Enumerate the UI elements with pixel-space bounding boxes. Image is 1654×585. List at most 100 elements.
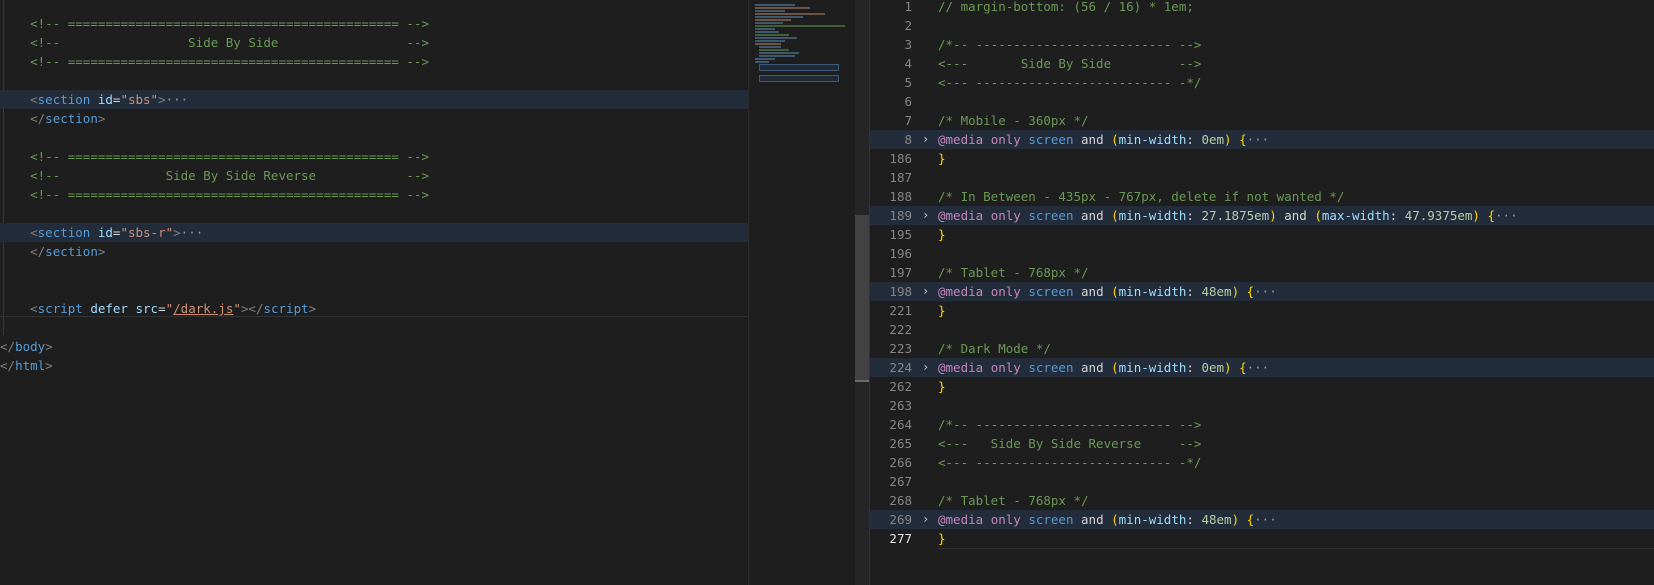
fold-ellipsis-icon[interactable]: ··· <box>181 225 204 240</box>
fold-ellipsis-icon[interactable]: ··· <box>1254 512 1277 527</box>
code-line[interactable]: <section id="sbs">··· <box>0 90 748 109</box>
left-editor[interactable]: <!-- ===================================… <box>0 0 748 585</box>
fold-chevron-right-icon[interactable]: › <box>922 510 929 529</box>
line-number: 188 <box>889 189 912 204</box>
code-line[interactable]: 269 › @media only screen and (min-width: 4… <box>870 510 1654 529</box>
code-line[interactable]: 2 <box>870 16 1654 35</box>
code-line[interactable] <box>0 280 748 299</box>
code-line[interactable]: <section id="sbs-r">··· <box>0 223 748 242</box>
line-number: 263 <box>889 398 912 413</box>
code-line-text: </section> <box>0 242 105 261</box>
right-editor[interactable]: 1 // margin-bottom: (56 / 16) * 1em; 2 3 /*-… <box>869 0 1654 585</box>
code-line[interactable]: 189 › @media only screen and (min-width: 2… <box>870 206 1654 225</box>
code-line[interactable]: 197 /* Tablet - 768px */ <box>870 263 1654 282</box>
code-token: > <box>45 339 53 354</box>
code-line[interactable]: 277} <box>870 529 1654 548</box>
code-line[interactable]: 267 <box>870 472 1654 491</box>
line-number: 3 <box>904 37 912 52</box>
fold-ellipsis-icon[interactable]: ··· <box>1247 132 1270 147</box>
code-line[interactable]: 3 /*-- -------------------------- --> <box>870 35 1654 54</box>
code-token: : <box>1389 208 1405 223</box>
code-line[interactable]: 1 // margin-bottom: (56 / 16) * 1em; <box>870 0 1654 16</box>
fold-chevron-right-icon[interactable]: › <box>922 130 929 149</box>
code-line[interactable]: 188 /* In Between - 435px - 767px, delete… <box>870 187 1654 206</box>
code-line[interactable]: 186} <box>870 149 1654 168</box>
code-line[interactable]: 268 /* Tablet - 768px */ <box>870 491 1654 510</box>
comment: /* Tablet - 768px */ <box>938 493 1089 508</box>
media-keyword: only <box>990 132 1021 147</box>
code-line[interactable]: </section> <box>0 242 748 261</box>
code-line[interactable]: 221} <box>870 301 1654 320</box>
code-line[interactable]: </body> <box>0 337 748 356</box>
code-token: ( <box>1111 284 1119 299</box>
media-type: screen <box>1028 512 1074 527</box>
opening-brace: { <box>1487 208 1496 223</box>
fold-chevron-right-icon[interactable]: › <box>922 206 929 225</box>
code-line[interactable]: 198 › @media only screen and (min-width: 4… <box>870 282 1654 301</box>
code-line[interactable]: 5 <--- -------------------------- -*/ <box>870 73 1654 92</box>
line-number: 196 <box>889 246 912 261</box>
code-line[interactable]: 264 /*-- -------------------------- --> <box>870 415 1654 434</box>
code-line[interactable]: 262} <box>870 377 1654 396</box>
code-line[interactable]: 223 /* Dark Mode */ <box>870 339 1654 358</box>
code-line[interactable]: <!-- ===================================… <box>0 185 748 204</box>
minimap-line <box>755 34 789 36</box>
fold-chevron-right-icon[interactable]: › <box>922 358 929 377</box>
code-line[interactable]: </section> <box>0 109 748 128</box>
line-number: 1 <box>904 0 912 14</box>
code-line[interactable]: 8 › @media only screen and (min-width: 0em… <box>870 130 1654 149</box>
code-line[interactable]: 266 <--- -------------------------- -*/ <box>870 453 1654 472</box>
script-src-link[interactable]: /dark.js <box>173 301 233 316</box>
fold-ellipsis-icon[interactable]: ··· <box>1247 360 1270 375</box>
code-line[interactable] <box>0 204 748 223</box>
code-line-text: <--- -------------------------- -*/ <box>938 73 1201 92</box>
code-line[interactable]: <!-- Side By Side Reverse --> <box>0 166 748 185</box>
editor-scrollbar[interactable] <box>855 0 869 585</box>
comment: /* Tablet - 768px */ <box>938 265 1089 280</box>
code-line[interactable]: 196 <box>870 244 1654 263</box>
media-feature: min-width <box>1118 512 1187 527</box>
code-line[interactable]: <!-- Side By Side --> <box>0 33 748 52</box>
code-line-text: @media only screen and (min-width: 48em)… <box>938 282 1277 301</box>
attribute-name: id <box>97 92 113 107</box>
line-number: 262 <box>889 379 912 394</box>
code-token: ( <box>1111 132 1119 147</box>
code-line[interactable] <box>0 71 748 90</box>
fold-ellipsis-icon[interactable]: ··· <box>166 92 189 107</box>
fold-ellipsis-icon[interactable]: ··· <box>1254 284 1277 299</box>
code-line[interactable]: </html> <box>0 356 748 375</box>
attribute-name: src <box>135 301 159 316</box>
code-line[interactable]: <!-- ===================================… <box>0 14 748 33</box>
code-token: : <box>1186 132 1202 147</box>
code-line[interactable]: 6 <box>870 92 1654 111</box>
code-line[interactable]: 195} <box>870 225 1654 244</box>
code-token: > <box>158 92 166 107</box>
comment: <!-- ===================================… <box>30 187 429 202</box>
code-line[interactable] <box>0 261 748 280</box>
fold-chevron-right-icon[interactable]: › <box>922 282 929 301</box>
code-line[interactable]: 7 /* Mobile - 360px */ <box>870 111 1654 130</box>
code-line-text: /* Mobile - 360px */ <box>938 111 1089 130</box>
code-line[interactable] <box>0 128 748 147</box>
code-token: </ <box>30 111 46 126</box>
minimap[interactable] <box>748 0 855 585</box>
scrollbar-thumb[interactable] <box>855 215 869 380</box>
at-rule: @media <box>938 208 984 223</box>
code-line[interactable]: <!-- ===================================… <box>0 147 748 166</box>
code-line[interactable]: 263 <box>870 396 1654 415</box>
fold-ellipsis-icon[interactable]: ··· <box>1495 208 1518 223</box>
code-line[interactable]: 222 <box>870 320 1654 339</box>
code-line[interactable]: 4 <--- Side By Side --> <box>870 54 1654 73</box>
code-line[interactable] <box>0 318 748 337</box>
code-line[interactable]: <!-- ===================================… <box>0 52 748 71</box>
code-line[interactable]: 187 <box>870 168 1654 187</box>
line-number: 6 <box>904 94 912 109</box>
code-token: ( <box>1111 512 1119 527</box>
minimap-line <box>755 4 795 6</box>
code-line[interactable]: 224 › @media only screen and (min-width: 0… <box>870 358 1654 377</box>
code-line[interactable]: 265 <--- Side By Side Reverse --> <box>870 434 1654 453</box>
